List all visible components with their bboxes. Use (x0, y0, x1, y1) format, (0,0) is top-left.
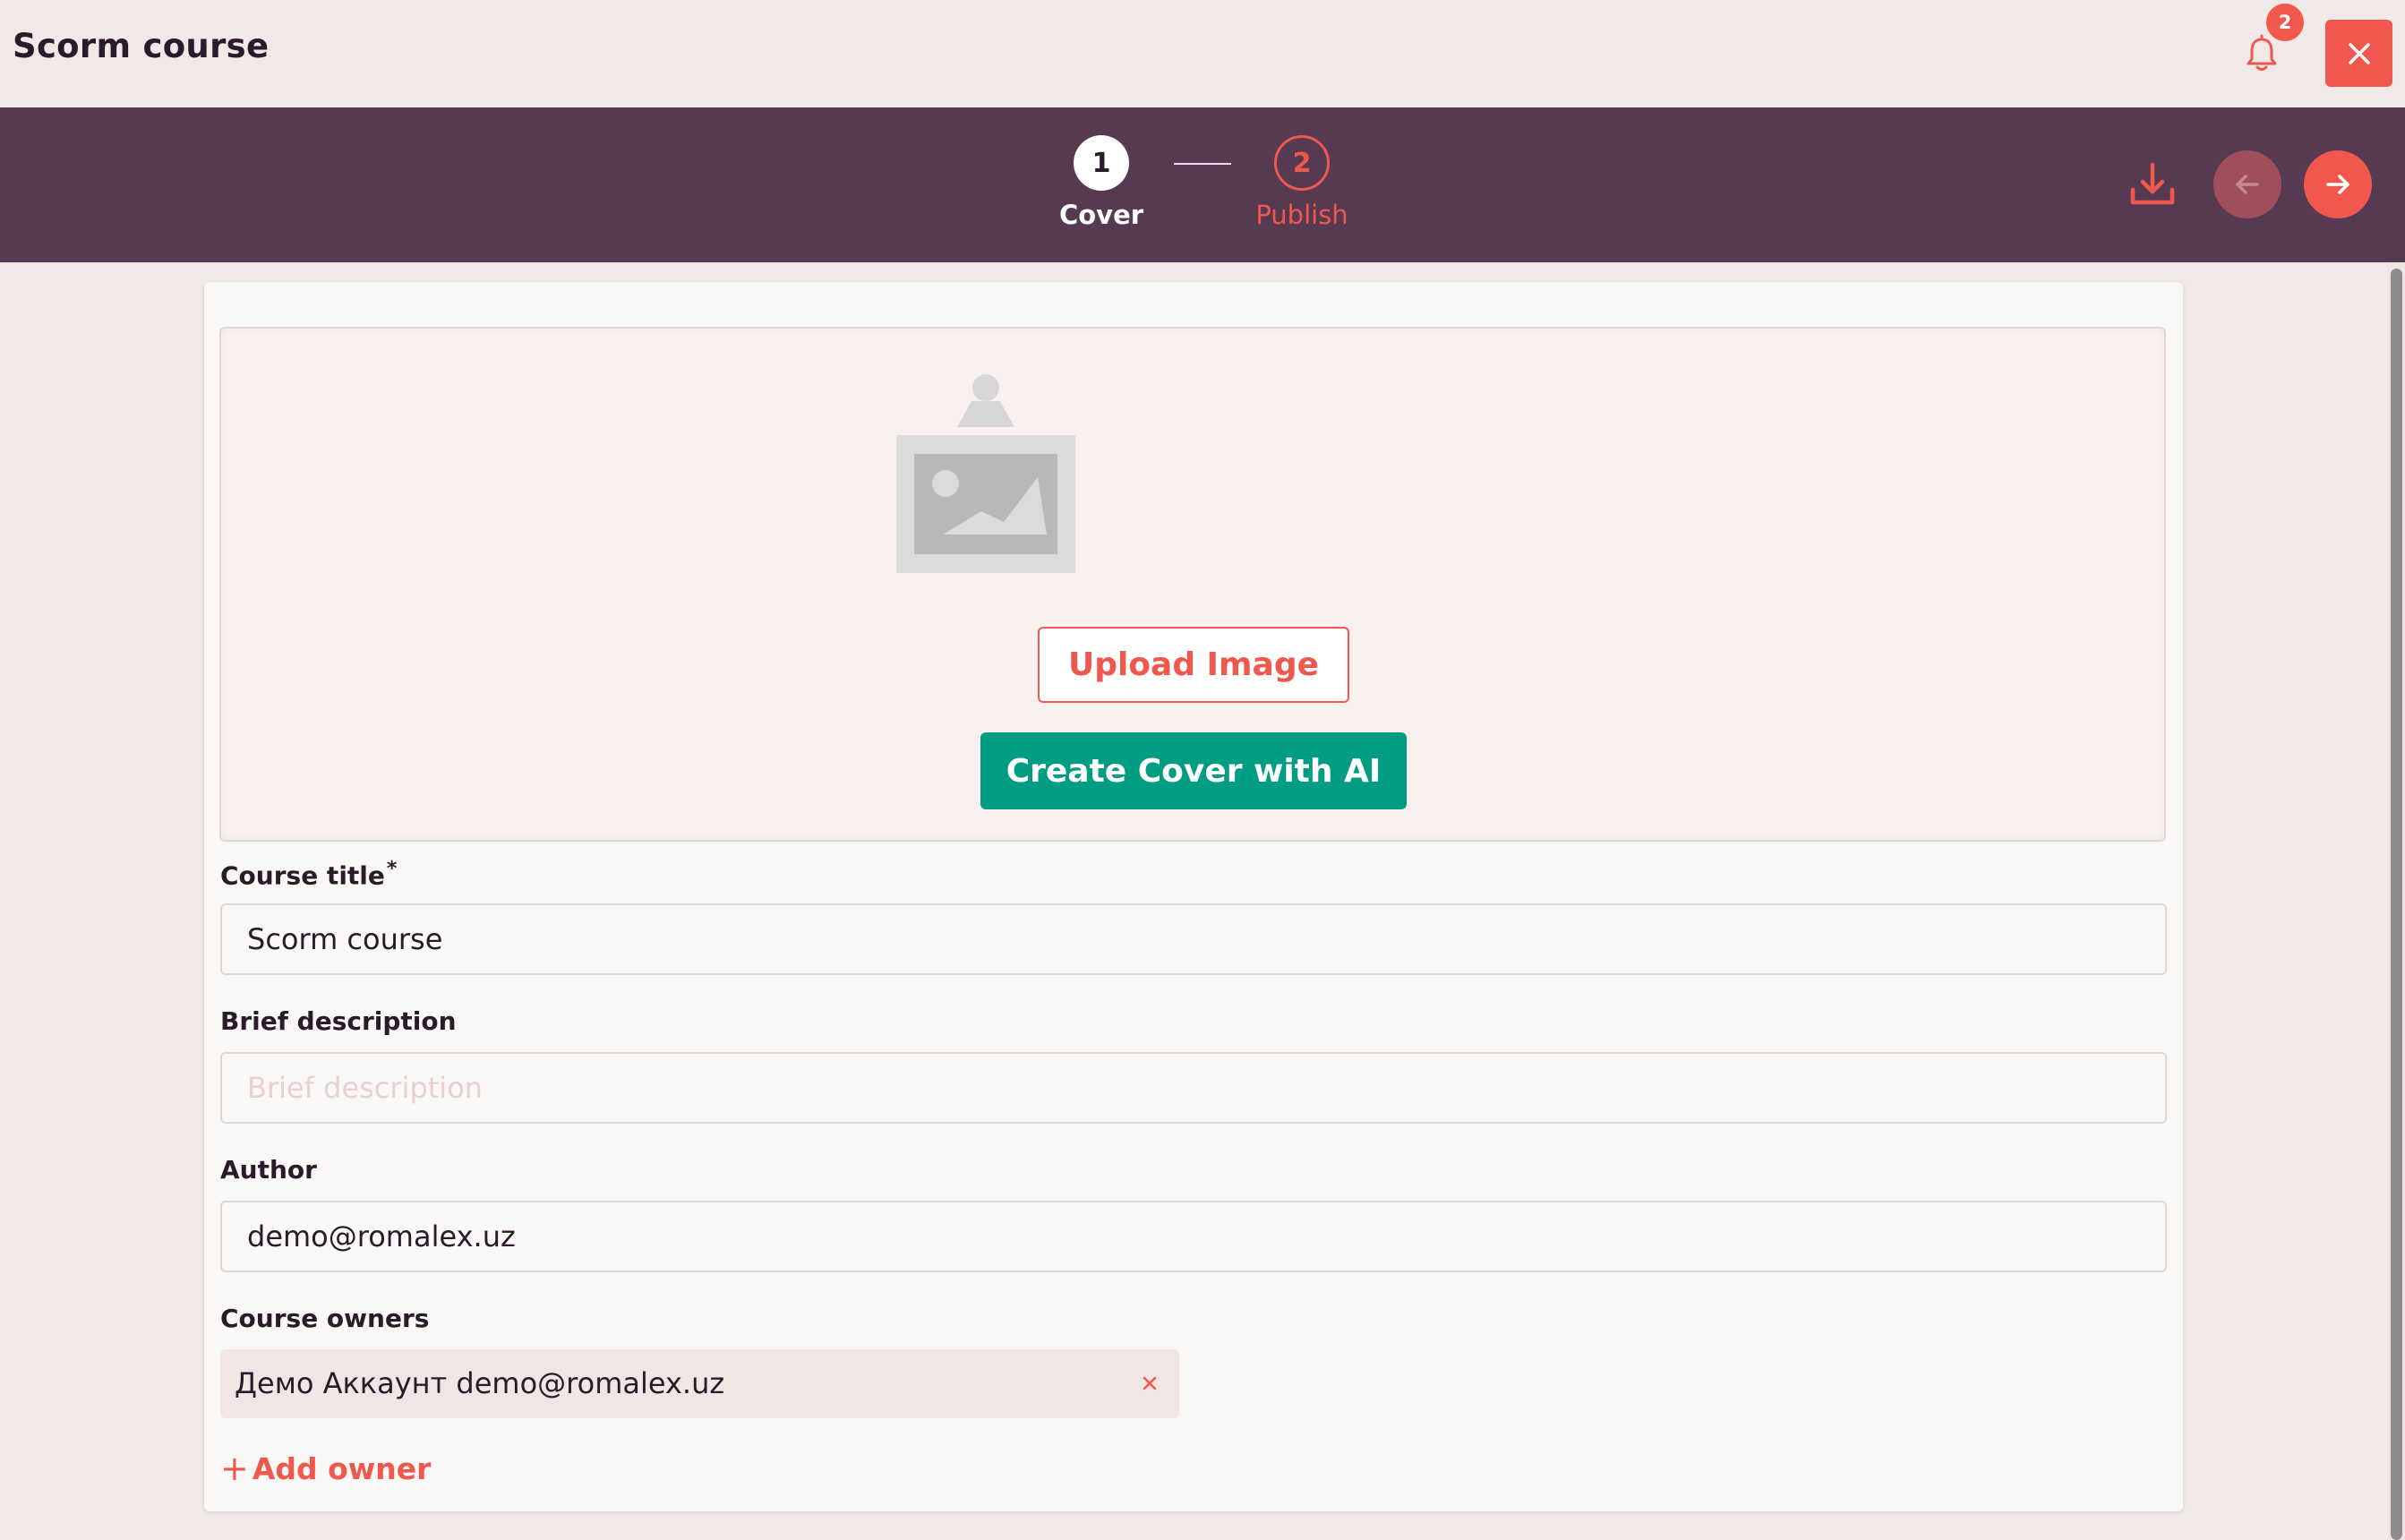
stepper-bar: 1 Cover 2 Publish (0, 107, 2405, 262)
back-button (2213, 150, 2281, 218)
arrow-left-icon (2236, 175, 2259, 194)
scrollbar-thumb[interactable] (2391, 269, 2402, 1540)
step-number: 1 (1074, 135, 1129, 191)
brief-description-label: Brief description (220, 1006, 457, 1036)
step-publish[interactable]: 2 Publish (1239, 135, 1365, 230)
bell-icon[interactable] (2244, 34, 2280, 73)
required-mark: * (386, 858, 398, 880)
course-title-label: Course title* (220, 858, 397, 890)
image-placeholder-icon (896, 374, 1075, 573)
step-label: Publish (1255, 200, 1348, 230)
arrow-right-icon (2326, 175, 2349, 194)
top-header: Scorm course 2 (0, 0, 2405, 107)
download-icon (2130, 162, 2175, 205)
course-owners-label: Course owners (220, 1304, 430, 1333)
add-owner-link[interactable]: + Add owner (220, 1449, 431, 1488)
add-owner-label: Add owner (252, 1450, 432, 1486)
course-title-label-text: Course title (220, 860, 385, 891)
create-cover-ai-button[interactable]: Create Cover with AI (980, 732, 1407, 809)
download-button[interactable] (2127, 159, 2178, 210)
course-form-card (204, 282, 2183, 1511)
course-title-input[interactable] (220, 903, 2167, 975)
close-icon (2348, 42, 2370, 64)
step-label: Cover (1058, 200, 1144, 230)
step-connector (1174, 163, 1231, 165)
author-input[interactable] (220, 1201, 2167, 1272)
step-cover[interactable]: 1 Cover (1039, 135, 1164, 230)
brief-description-input[interactable] (220, 1052, 2167, 1124)
remove-owner-button[interactable] (1134, 1367, 1166, 1399)
next-button[interactable] (2304, 150, 2372, 218)
step-number: 2 (1274, 135, 1330, 191)
remove-icon (1143, 1376, 1157, 1390)
author-label: Author (220, 1155, 317, 1185)
upload-image-button[interactable]: Upload Image (1038, 627, 1349, 703)
owner-chip-label: Демо Аккаунт demo@romalex.uz (235, 1366, 725, 1400)
notification-badge: 2 (2266, 4, 2304, 41)
plus-icon: + (220, 1449, 249, 1488)
close-button[interactable] (2325, 20, 2392, 87)
owner-chip: Демо Аккаунт demo@romalex.uz (220, 1349, 1179, 1418)
page-title: Scorm course (13, 27, 270, 65)
